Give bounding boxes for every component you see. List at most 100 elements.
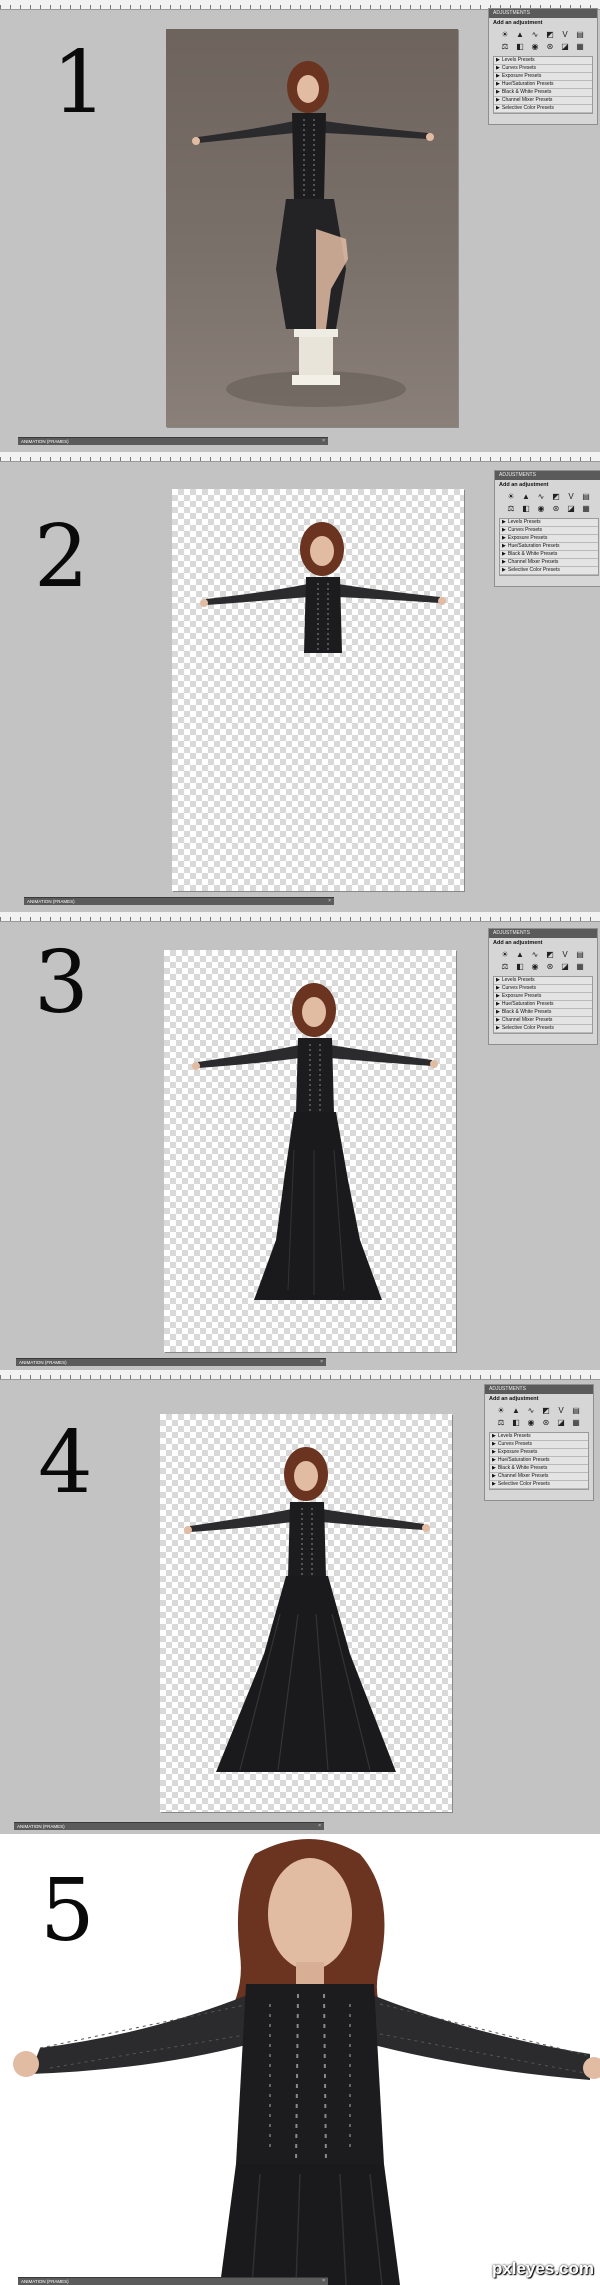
photo-filter-icon[interactable]: ◉ bbox=[526, 1418, 537, 1427]
photo-canvas[interactable] bbox=[166, 29, 458, 427]
adjustments-tab[interactable]: ADJUSTMENTS bbox=[489, 929, 597, 938]
preset-item[interactable]: ▶ Hue/Saturation Presets bbox=[494, 81, 592, 89]
channel-mixer-icon[interactable]: ⊛ bbox=[545, 42, 556, 51]
brightness-contrast-icon[interactable]: ☀ bbox=[500, 30, 511, 39]
color-balance-icon[interactable]: ⚖ bbox=[506, 504, 517, 513]
close-icon[interactable]: × bbox=[317, 1359, 323, 1366]
animation-panel-bar[interactable]: ANIMATION (FRAMES) × bbox=[18, 2277, 328, 2285]
layer-canvas[interactable] bbox=[160, 1414, 452, 1812]
exposure-icon[interactable]: ◩ bbox=[545, 950, 556, 959]
animation-panel-bar[interactable]: ANIMATION (FRAMES) × bbox=[24, 897, 334, 905]
step-number: 4 bbox=[38, 1413, 93, 1513]
invert-icon[interactable]: ◪ bbox=[556, 1418, 567, 1427]
color-balance-icon[interactable]: ⚖ bbox=[496, 1418, 507, 1427]
curves-icon[interactable]: ∿ bbox=[536, 492, 547, 501]
preset-item[interactable]: ▶ Black & White Presets bbox=[494, 1009, 592, 1017]
black-white-icon[interactable]: ◧ bbox=[515, 962, 526, 971]
preset-item[interactable]: ▶ Levels Presets bbox=[490, 1433, 588, 1441]
black-white-icon[interactable]: ◧ bbox=[515, 42, 526, 51]
preset-item[interactable]: ▶ Channel Mixer Presets bbox=[500, 559, 598, 567]
vibrance-icon[interactable]: V bbox=[560, 950, 571, 959]
brightness-contrast-icon[interactable]: ☀ bbox=[506, 492, 517, 501]
levels-icon[interactable]: ▲ bbox=[511, 1406, 522, 1415]
preset-item[interactable]: ▶ Levels Presets bbox=[494, 57, 592, 65]
curves-icon[interactable]: ∿ bbox=[530, 30, 541, 39]
animation-bar-label: ANIMATION (FRAMES) bbox=[17, 1824, 65, 1829]
layer-canvas[interactable] bbox=[164, 950, 456, 1352]
preset-item[interactable]: ▶ Selective Color Presets bbox=[494, 1025, 592, 1033]
preset-item[interactable]: ▶ Hue/Saturation Presets bbox=[490, 1457, 588, 1465]
close-icon[interactable]: × bbox=[325, 898, 331, 905]
brightness-contrast-icon[interactable]: ☀ bbox=[500, 950, 511, 959]
preset-item[interactable]: ▶ Levels Presets bbox=[500, 519, 598, 527]
preset-item[interactable]: ▶ Selective Color Presets bbox=[500, 567, 598, 575]
invert-icon[interactable]: ◪ bbox=[560, 42, 571, 51]
close-icon[interactable]: × bbox=[315, 1823, 321, 1830]
photo-filter-icon[interactable]: ◉ bbox=[530, 42, 541, 51]
preset-item[interactable]: ▶ Channel Mixer Presets bbox=[494, 97, 592, 105]
preset-item[interactable]: ▶ Selective Color Presets bbox=[490, 1481, 588, 1489]
channel-mixer-icon[interactable]: ⊛ bbox=[545, 962, 556, 971]
close-icon[interactable]: × bbox=[319, 2278, 325, 2285]
step-number: 3 bbox=[34, 933, 89, 1033]
hue-saturation-icon[interactable]: ▤ bbox=[571, 1406, 582, 1415]
vibrance-icon[interactable]: V bbox=[556, 1406, 567, 1415]
adjustments-tab[interactable]: ADJUSTMENTS bbox=[489, 9, 597, 18]
step-panel-5: 5 ANIMATION (FRAMES) × pxleyes.com bbox=[0, 1834, 600, 2285]
adjustments-tab[interactable]: ADJUSTMENTS bbox=[485, 1385, 593, 1394]
black-white-icon[interactable]: ◧ bbox=[521, 504, 532, 513]
levels-icon[interactable]: ▲ bbox=[515, 950, 526, 959]
hue-saturation-icon[interactable]: ▤ bbox=[581, 492, 592, 501]
preset-item[interactable]: ▶ Levels Presets bbox=[494, 977, 592, 985]
channel-mixer-icon[interactable]: ⊛ bbox=[541, 1418, 552, 1427]
preset-item[interactable]: ▶ Curves Presets bbox=[494, 985, 592, 993]
curves-icon[interactable]: ∿ bbox=[530, 950, 541, 959]
posterize-icon[interactable]: ▦ bbox=[575, 42, 586, 51]
preset-item[interactable]: ▶ Black & White Presets bbox=[490, 1465, 588, 1473]
animation-panel-bar[interactable]: ANIMATION (FRAMES) × bbox=[16, 1358, 326, 1366]
animation-panel-bar[interactable]: ANIMATION (FRAMES) × bbox=[14, 1822, 324, 1830]
photo-filter-icon[interactable]: ◉ bbox=[536, 504, 547, 513]
exposure-icon[interactable]: ◩ bbox=[541, 1406, 552, 1415]
preset-item[interactable]: ▶ Curves Presets bbox=[494, 65, 592, 73]
preset-item[interactable]: ▶ Exposure Presets bbox=[494, 73, 592, 81]
preset-item[interactable]: ▶ Curves Presets bbox=[500, 527, 598, 535]
curves-icon[interactable]: ∿ bbox=[526, 1406, 537, 1415]
preset-item[interactable]: ▶ Exposure Presets bbox=[490, 1449, 588, 1457]
levels-icon[interactable]: ▲ bbox=[521, 492, 532, 501]
preset-item[interactable]: ▶ Black & White Presets bbox=[494, 89, 592, 97]
vibrance-icon[interactable]: V bbox=[560, 30, 571, 39]
exposure-icon[interactable]: ◩ bbox=[551, 492, 562, 501]
preset-item[interactable]: ▶ Curves Presets bbox=[490, 1441, 588, 1449]
vibrance-icon[interactable]: V bbox=[566, 492, 577, 501]
brightness-contrast-icon[interactable]: ☀ bbox=[496, 1406, 507, 1415]
posterize-icon[interactable]: ▦ bbox=[575, 962, 586, 971]
black-white-icon[interactable]: ◧ bbox=[511, 1418, 522, 1427]
exposure-icon[interactable]: ◩ bbox=[545, 30, 556, 39]
hue-saturation-icon[interactable]: ▤ bbox=[575, 30, 586, 39]
photo-filter-icon[interactable]: ◉ bbox=[530, 962, 541, 971]
close-icon[interactable]: × bbox=[319, 438, 325, 445]
invert-icon[interactable]: ◪ bbox=[560, 962, 571, 971]
adjustments-tab[interactable]: ADJUSTMENTS bbox=[495, 471, 600, 480]
posterize-icon[interactable]: ▦ bbox=[581, 504, 592, 513]
color-balance-icon[interactable]: ⚖ bbox=[500, 962, 511, 971]
adjustment-icons: ☀ ▲ ∿ ◩ V ▤ ⚖ ◧ ◉ ⊛ ◪ ▦ bbox=[489, 948, 597, 973]
preset-item[interactable]: ▶ Hue/Saturation Presets bbox=[494, 1001, 592, 1009]
color-balance-icon[interactable]: ⚖ bbox=[500, 42, 511, 51]
preset-item[interactable]: ▶ Exposure Presets bbox=[494, 993, 592, 1001]
hue-saturation-icon[interactable]: ▤ bbox=[575, 950, 586, 959]
invert-icon[interactable]: ◪ bbox=[566, 504, 577, 513]
posterize-icon[interactable]: ▦ bbox=[571, 1418, 582, 1427]
preset-item[interactable]: ▶ Channel Mixer Presets bbox=[490, 1473, 588, 1481]
ruler bbox=[0, 912, 600, 922]
preset-item[interactable]: ▶ Black & White Presets bbox=[500, 551, 598, 559]
channel-mixer-icon[interactable]: ⊛ bbox=[551, 504, 562, 513]
levels-icon[interactable]: ▲ bbox=[515, 30, 526, 39]
preset-item[interactable]: ▶ Selective Color Presets bbox=[494, 105, 592, 113]
preset-item[interactable]: ▶ Channel Mixer Presets bbox=[494, 1017, 592, 1025]
animation-panel-bar[interactable]: ANIMATION (FRAMES) × bbox=[18, 437, 328, 445]
layer-canvas[interactable] bbox=[172, 489, 464, 891]
preset-item[interactable]: ▶ Hue/Saturation Presets bbox=[500, 543, 598, 551]
preset-item[interactable]: ▶ Exposure Presets bbox=[500, 535, 598, 543]
